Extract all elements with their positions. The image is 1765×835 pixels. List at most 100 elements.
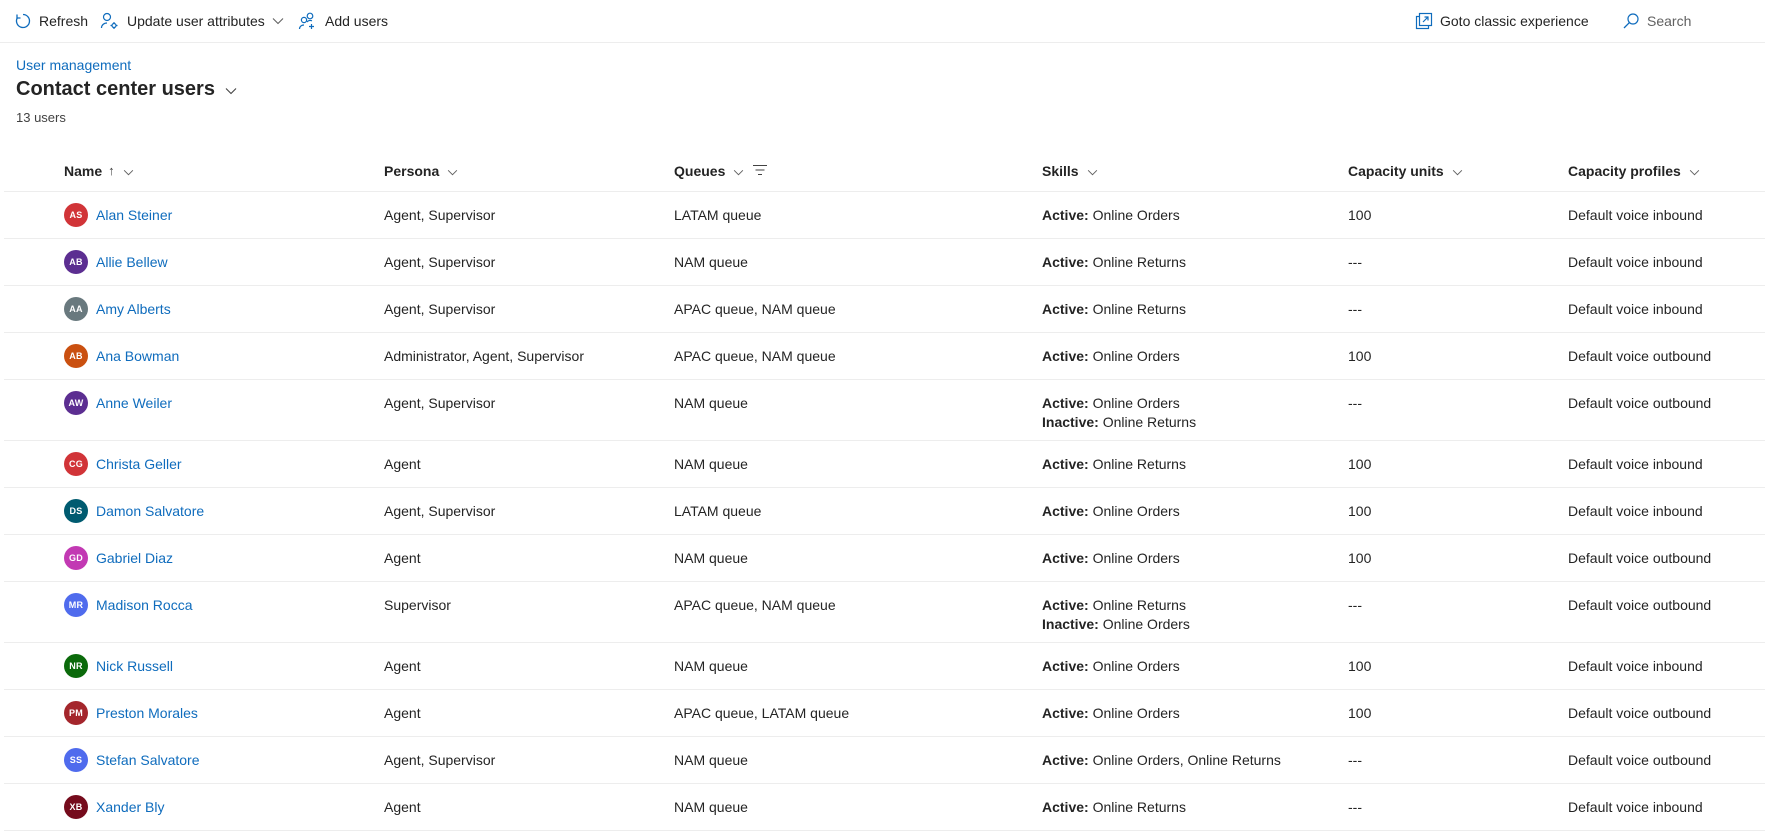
active-label: Active: <box>1042 395 1089 411</box>
column-header-capacity-profiles[interactable]: Capacity profiles <box>1568 150 1700 191</box>
table-row[interactable]: AA Amy Alberts Agent, Supervisor APAC queue… <box>4 286 1765 333</box>
name-cell: DS Damon Salvatore <box>64 499 204 523</box>
skills-cell: Active: Online Returns <box>1042 455 1186 474</box>
user-name-link[interactable]: Allie Bellew <box>96 253 168 272</box>
table-row[interactable]: XB Xander Bly Agent NAM queue Active: Online… <box>4 784 1765 831</box>
search-box[interactable]: Search <box>1622 0 1691 42</box>
name-cell: AA Amy Alberts <box>64 297 171 321</box>
active-skills: Online Orders, Online Returns <box>1092 752 1281 768</box>
persona-cell: Agent, Supervisor <box>384 752 496 768</box>
view-selector[interactable]: Contact center users <box>16 78 237 101</box>
capacity-units-cell: --- <box>1348 254 1362 270</box>
search-icon <box>1622 12 1640 30</box>
capacity-units-cell: 100 <box>1348 456 1372 472</box>
user-name-link[interactable]: Amy Alberts <box>96 300 171 319</box>
active-skills: Online Orders <box>1092 550 1180 566</box>
user-name-link[interactable]: Christa Geller <box>96 455 182 474</box>
chevron-down-icon <box>1452 163 1463 179</box>
user-name-link[interactable]: Stefan Salvatore <box>96 751 200 770</box>
user-name-link[interactable]: Anne Weiler <box>96 394 172 413</box>
skill-inactive: Inactive: Online Returns <box>1042 413 1196 432</box>
active-skills: Online Returns <box>1092 597 1186 613</box>
table-row[interactable]: DS Damon Salvatore Agent, Supervisor LATAM … <box>4 488 1765 535</box>
persona-cell: Agent, Supervisor <box>384 207 496 223</box>
table-row[interactable]: NR Nick Russell Agent NAM queue Active: Onli… <box>4 643 1765 690</box>
avatar: DS <box>64 499 88 523</box>
active-label: Active: <box>1042 207 1089 223</box>
chevron-down-icon <box>225 82 237 98</box>
capacity-units-cell: --- <box>1348 597 1362 613</box>
column-skills-label: Skills <box>1042 162 1079 179</box>
column-header-persona[interactable]: Persona <box>384 150 458 191</box>
users-grid: Name ↑ Persona Queues Skills Capacity un… <box>4 150 1765 831</box>
chevron-down-icon <box>447 163 458 179</box>
add-users-button[interactable]: Add users <box>298 0 388 42</box>
skills-cell: Active: Online Orders <box>1042 549 1180 568</box>
user-count: 13 users <box>16 110 66 125</box>
user-name-link[interactable]: Preston Morales <box>96 704 198 723</box>
capacity-profile-cell: Default voice outbound <box>1568 597 1712 613</box>
capacity-units-cell: --- <box>1348 799 1362 815</box>
table-row[interactable]: GD Gabriel Diaz Agent NAM queue Active: Onli… <box>4 535 1765 582</box>
table-row[interactable]: AS Alan Steiner Agent, Supervisor LATAM que… <box>4 192 1765 239</box>
table-row[interactable]: AB Ana Bowman Administrator, Agent, Superv… <box>4 333 1765 380</box>
name-cell: AW Anne Weiler <box>64 391 172 415</box>
persona-cell: Agent, Supervisor <box>384 301 496 317</box>
capacity-profile-cell: Default voice inbound <box>1568 207 1703 223</box>
skill-active: Active: Online Orders <box>1042 347 1180 366</box>
inactive-skills: Online Returns <box>1102 414 1197 430</box>
table-row[interactable]: SS Stefan Salvatore Agent, Supervisor NAM q… <box>4 737 1765 784</box>
inactive-skills: Online Orders <box>1102 616 1190 632</box>
persona-cell: Agent <box>384 658 421 674</box>
refresh-icon <box>14 12 32 30</box>
active-label: Active: <box>1042 752 1089 768</box>
sort-ascending-icon: ↑ <box>108 163 115 178</box>
user-name-link[interactable]: Nick Russell <box>96 657 173 676</box>
chevron-down-icon <box>1689 163 1700 179</box>
table-row[interactable]: AB Allie Bellew Agent, Supervisor NAM queue… <box>4 239 1765 286</box>
user-name-link[interactable]: Xander Bly <box>96 798 164 817</box>
column-header-name[interactable]: Name ↑ <box>64 150 134 191</box>
column-persona-label: Persona <box>384 162 440 179</box>
goto-classic-label: Goto classic experience <box>1440 13 1589 29</box>
queues-cell: NAM queue <box>674 550 748 566</box>
avatar: SS <box>64 748 88 772</box>
table-row[interactable]: MR Madison Rocca Supervisor APAC queue, NAM… <box>4 582 1765 643</box>
table-row[interactable]: AW Anne Weiler Agent, Supervisor NAM queue A… <box>4 380 1765 441</box>
active-label: Active: <box>1042 456 1089 472</box>
column-header-skills[interactable]: Skills <box>1042 150 1098 191</box>
active-skills: Online Orders <box>1092 348 1180 364</box>
user-name-link[interactable]: Gabriel Diaz <box>96 549 173 568</box>
goto-classic-experience-button[interactable]: Goto classic experience <box>1415 0 1589 42</box>
column-header-capacity-units[interactable]: Capacity units <box>1348 150 1463 191</box>
search-placeholder: Search <box>1647 13 1692 29</box>
capacity-profile-cell: Default voice inbound <box>1568 301 1703 317</box>
queues-cell: APAC queue, NAM queue <box>674 597 836 613</box>
name-cell: AS Alan Steiner <box>64 203 172 227</box>
breadcrumb-user-management[interactable]: User management <box>16 57 131 73</box>
queues-cell: NAM queue <box>674 395 748 411</box>
user-name-link[interactable]: Alan Steiner <box>96 206 172 225</box>
refresh-button[interactable]: Refresh <box>14 0 88 42</box>
capacity-profile-cell: Default voice inbound <box>1568 658 1703 674</box>
command-bar: Refresh Update user attributes Add users… <box>0 0 1765 43</box>
persona-cell: Supervisor <box>384 597 451 613</box>
table-row[interactable]: PM Preston Morales Agent APAC queue, LATAM … <box>4 690 1765 737</box>
update-user-attributes-label: Update user attributes <box>127 13 265 29</box>
skills-cell: Active: Online Orders <box>1042 502 1180 521</box>
open-external-icon <box>1415 12 1433 30</box>
user-name-link[interactable]: Damon Salvatore <box>96 502 204 521</box>
table-row[interactable]: CG Christa Geller Agent NAM queue Active: On… <box>4 441 1765 488</box>
filter-icon[interactable] <box>752 163 768 179</box>
active-skills: Online Orders <box>1092 658 1180 674</box>
persona-cell: Agent <box>384 705 421 721</box>
user-name-link[interactable]: Ana Bowman <box>96 347 179 366</box>
skills-cell: Active: Online Returns Inactive: Online O… <box>1042 596 1190 634</box>
active-skills: Online Orders <box>1092 503 1180 519</box>
update-user-attributes-button[interactable]: Update user attributes <box>100 0 284 42</box>
active-label: Active: <box>1042 799 1089 815</box>
avatar: PM <box>64 701 88 725</box>
column-header-queues[interactable]: Queues <box>674 150 768 191</box>
name-cell: CG Christa Geller <box>64 452 182 476</box>
user-name-link[interactable]: Madison Rocca <box>96 596 193 615</box>
